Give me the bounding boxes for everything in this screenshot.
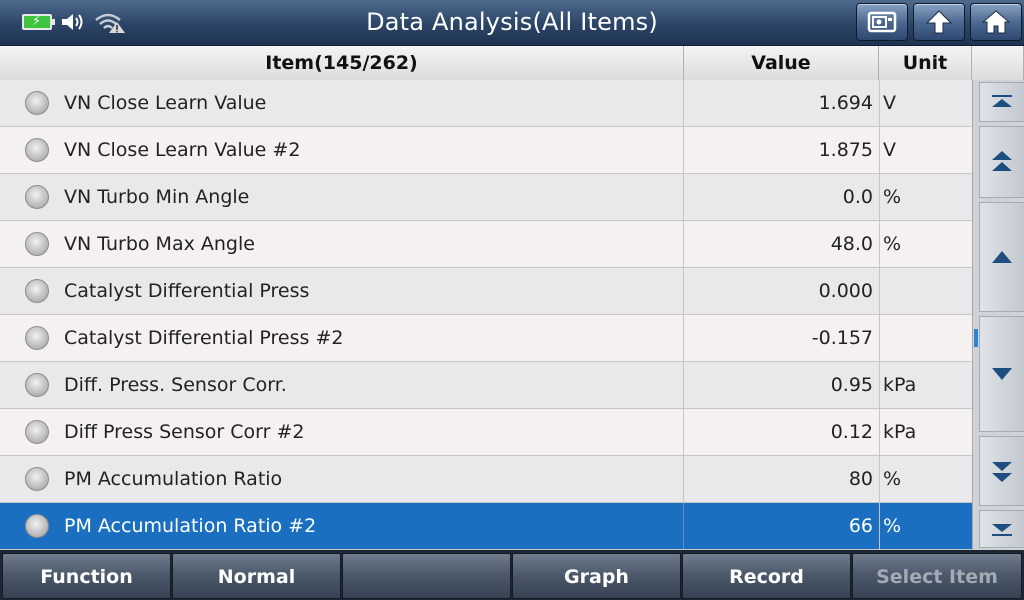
scroll-up-button[interactable] bbox=[979, 202, 1024, 312]
scroll-bottom-button[interactable] bbox=[979, 510, 1024, 548]
home-icon bbox=[981, 10, 1011, 34]
scroll-top-button[interactable] bbox=[979, 82, 1024, 122]
scrollbar[interactable] bbox=[972, 80, 1024, 550]
item-value: 0.95 bbox=[830, 374, 873, 396]
table-rows: VN Close Learn Value 1.694 V VN Close Le… bbox=[0, 80, 972, 550]
item-value: 1.875 bbox=[818, 139, 873, 161]
item-name: VN Close Learn Value bbox=[64, 92, 267, 114]
scroll-top-icon bbox=[992, 95, 1012, 107]
radio-icon[interactable] bbox=[25, 138, 49, 162]
scroll-bottom-icon bbox=[992, 524, 1012, 536]
table-row[interactable]: VN Turbo Min Angle 0.0 % bbox=[0, 174, 972, 221]
radio-icon[interactable] bbox=[25, 467, 49, 491]
radio-icon[interactable] bbox=[25, 326, 49, 350]
item-value: 0.000 bbox=[818, 280, 873, 302]
table-row[interactable]: Catalyst Differential Press 0.000 bbox=[0, 268, 972, 315]
back-button[interactable] bbox=[913, 3, 965, 41]
item-value: 80 bbox=[848, 468, 873, 490]
radio-icon[interactable] bbox=[25, 373, 49, 397]
item-cell: Diff. Press. Sensor Corr. bbox=[0, 362, 684, 408]
function-bar: Function Normal Graph Record Select Item bbox=[0, 550, 1024, 600]
table-row-selected[interactable]: PM Accumulation Ratio #2 66 % bbox=[0, 503, 972, 550]
header-value[interactable]: Value bbox=[684, 46, 879, 80]
item-name: VN Turbo Min Angle bbox=[64, 186, 250, 208]
item-name: PM Accumulation Ratio bbox=[64, 468, 283, 490]
item-cell: PM Accumulation Ratio bbox=[0, 456, 684, 502]
double-up-icon bbox=[992, 151, 1012, 171]
table-row[interactable]: Catalyst Differential Press #2 -0.157 bbox=[0, 315, 972, 362]
item-value: 0.0 bbox=[842, 186, 873, 208]
item-name: Catalyst Differential Press bbox=[64, 280, 310, 302]
select-item-button[interactable]: Select Item bbox=[852, 553, 1022, 599]
item-cell: Diff Press Sensor Corr #2 bbox=[0, 409, 684, 455]
table-row[interactable]: VN Turbo Max Angle 48.0 % bbox=[0, 221, 972, 268]
item-name: Catalyst Differential Press #2 bbox=[64, 327, 344, 349]
item-value: 66 bbox=[848, 515, 873, 537]
chevron-down-icon bbox=[992, 368, 1012, 380]
item-cell: Catalyst Differential Press bbox=[0, 268, 684, 314]
radio-icon[interactable] bbox=[25, 91, 49, 115]
item-cell: VN Close Learn Value bbox=[0, 80, 684, 126]
item-cell: Catalyst Differential Press #2 bbox=[0, 315, 684, 361]
item-unit: kPa bbox=[879, 409, 972, 455]
item-name: PM Accumulation Ratio #2 bbox=[64, 515, 317, 537]
screenshot-icon bbox=[867, 11, 897, 33]
item-unit: % bbox=[879, 174, 972, 220]
item-cell: VN Turbo Min Angle bbox=[0, 174, 684, 220]
item-cell: PM Accumulation Ratio #2 bbox=[0, 503, 684, 549]
table-row[interactable]: VN Close Learn Value #2 1.875 V bbox=[0, 127, 972, 174]
page-down-button[interactable] bbox=[979, 436, 1024, 506]
data-table: Item(145/262) Value Unit VN Close Learn … bbox=[0, 46, 1024, 550]
item-unit: % bbox=[879, 221, 972, 267]
item-unit: V bbox=[879, 127, 972, 173]
blank-button[interactable] bbox=[342, 553, 511, 599]
item-unit bbox=[879, 315, 972, 361]
table-row[interactable]: VN Close Learn Value 1.694 V bbox=[0, 80, 972, 127]
table-row[interactable]: Diff. Press. Sensor Corr. 0.95 kPa bbox=[0, 362, 972, 409]
item-value: 1.694 bbox=[818, 92, 873, 114]
double-down-icon bbox=[992, 462, 1012, 482]
item-value: -0.157 bbox=[811, 327, 873, 349]
header-corner bbox=[972, 46, 1024, 80]
table-row[interactable]: Diff Press Sensor Corr #2 0.12 kPa bbox=[0, 409, 972, 456]
item-cell: VN Close Learn Value #2 bbox=[0, 127, 684, 173]
item-unit: % bbox=[879, 503, 972, 549]
item-cell: VN Turbo Max Angle bbox=[0, 221, 684, 267]
header-unit[interactable]: Unit bbox=[879, 46, 972, 80]
item-name: VN Turbo Max Angle bbox=[64, 233, 255, 255]
scroll-down-button[interactable] bbox=[979, 316, 1024, 432]
radio-icon[interactable] bbox=[25, 420, 49, 444]
item-name: Diff Press Sensor Corr #2 bbox=[64, 421, 305, 443]
radio-icon[interactable] bbox=[25, 185, 49, 209]
scroll-thumb[interactable] bbox=[974, 329, 978, 347]
table-header: Item(145/262) Value Unit bbox=[0, 46, 1024, 81]
header-item[interactable]: Item(145/262) bbox=[0, 46, 684, 80]
item-value: 0.12 bbox=[830, 421, 873, 443]
normal-button[interactable]: Normal bbox=[172, 553, 341, 599]
item-unit: V bbox=[879, 80, 972, 126]
item-unit: kPa bbox=[879, 362, 972, 408]
table-row[interactable]: PM Accumulation Ratio 80 % bbox=[0, 456, 972, 503]
radio-icon[interactable] bbox=[25, 279, 49, 303]
item-name: Diff. Press. Sensor Corr. bbox=[64, 374, 287, 396]
home-button[interactable] bbox=[970, 3, 1022, 41]
item-name: VN Close Learn Value #2 bbox=[64, 139, 301, 161]
page-up-button[interactable] bbox=[979, 126, 1024, 198]
title-bar: ⚡ Data Analysis(All Items) bbox=[0, 0, 1024, 46]
item-unit: % bbox=[879, 456, 972, 502]
item-unit bbox=[879, 268, 972, 314]
item-value: 48.0 bbox=[830, 233, 873, 255]
screenshot-button[interactable] bbox=[856, 3, 908, 41]
function-button[interactable]: Function bbox=[2, 553, 171, 599]
radio-icon[interactable] bbox=[25, 232, 49, 256]
radio-icon[interactable] bbox=[25, 514, 49, 538]
graph-button[interactable]: Graph bbox=[512, 553, 681, 599]
record-button[interactable]: Record bbox=[682, 553, 851, 599]
back-icon bbox=[925, 10, 953, 34]
chevron-up-icon bbox=[992, 251, 1012, 263]
